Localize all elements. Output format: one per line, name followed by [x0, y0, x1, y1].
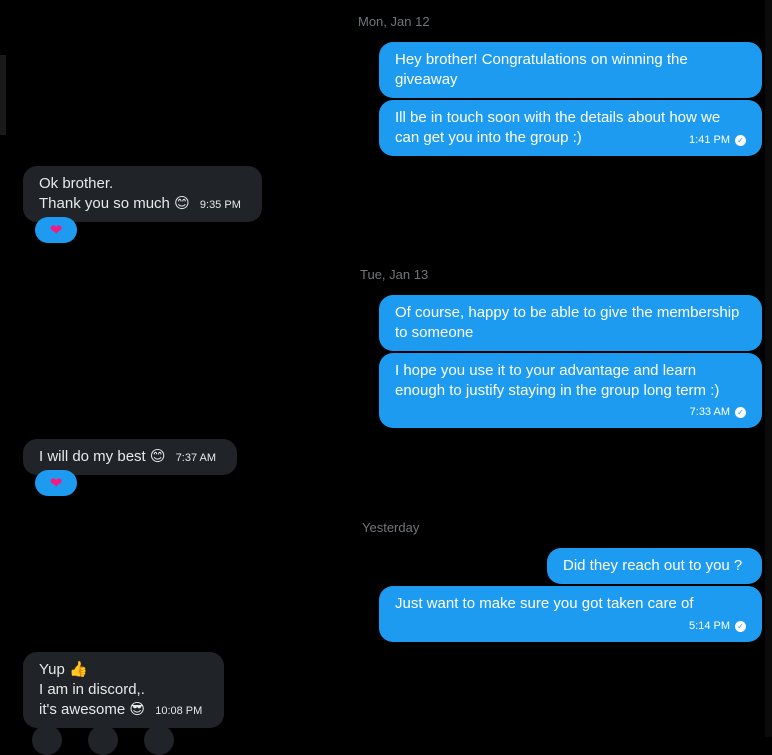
message-text: Of course, happy to be able to give the … — [395, 304, 740, 341]
date-separator: Yesterday — [362, 520, 420, 535]
smile-emoji-icon: 😊 — [149, 448, 166, 465]
thumbs-up-emoji-icon: 👍 — [69, 661, 88, 678]
message-text-line: Ill be in touch soon with the details ab… — [395, 109, 721, 126]
timestamp: 5:14 PM — [689, 620, 730, 632]
date-separator: Mon, Jan 12 — [358, 14, 430, 29]
message-meta: 1:41 PM ✓ — [689, 130, 746, 150]
scrollbar[interactable] — [765, 0, 772, 737]
reaction-emoji: ❤ — [49, 475, 63, 492]
message-text-line: Thank you so much — [39, 195, 170, 212]
timestamp: 10:08 PM — [155, 705, 203, 717]
sent-message[interactable]: Hey brother! Congratulations on winning … — [379, 42, 762, 98]
sent-message[interactable]: I hope you use it to your advantage and … — [379, 353, 762, 428]
message-text: Did they reach out to you ? — [563, 557, 743, 574]
composer-button[interactable] — [144, 725, 174, 755]
message-text-line: Yup — [39, 661, 65, 678]
message-text: Hey brother! Congratulations on winning … — [395, 51, 688, 88]
message-text-line: enough to justify staying in the group l… — [395, 382, 720, 399]
timestamp: 7:37 AM — [175, 452, 217, 464]
sent-message[interactable]: Did they reach out to you ? — [547, 548, 762, 584]
heart-icon[interactable]: ❤ — [35, 470, 77, 496]
timestamp: 9:35 PM — [199, 199, 241, 211]
sent-message[interactable]: Ill be in touch soon with the details ab… — [379, 100, 762, 156]
message-meta: 7:33 AM ✓ — [690, 402, 746, 422]
check-circle-icon: ✓ — [735, 406, 746, 418]
heart-icon[interactable]: ❤ — [35, 217, 77, 243]
sent-message[interactable]: Just want to make sure you got taken car… — [379, 586, 762, 642]
sunglasses-emoji-icon: 😎 — [129, 701, 146, 718]
composer-button[interactable] — [32, 725, 62, 755]
reaction-emoji: ❤ — [49, 222, 63, 239]
message-meta: 5:14 PM ✓ — [689, 616, 746, 636]
message-text-line: I am in discord,. — [39, 681, 145, 698]
date-separator: Tue, Jan 13 — [360, 267, 429, 282]
left-rail-divider — [0, 55, 6, 135]
message-text: Just want to make sure you got taken car… — [395, 595, 694, 612]
timestamp: 1:41 PM — [689, 134, 730, 146]
timestamp: 7:33 AM — [689, 406, 730, 418]
check-circle-icon: ✓ — [735, 620, 746, 632]
received-message[interactable]: Ok brother. Thank you so much 😊 9:35 PM — [23, 166, 262, 222]
sent-message[interactable]: Of course, happy to be able to give the … — [379, 295, 762, 351]
message-text-line: it's awesome — [39, 701, 126, 718]
message-text: I will do my best — [39, 448, 146, 465]
message-text-line: Ok brother. — [39, 175, 114, 192]
check-circle-icon: ✓ — [735, 134, 746, 146]
composer-button[interactable] — [88, 725, 118, 755]
smile-emoji-icon: 😊 — [174, 195, 190, 212]
received-message[interactable]: Yup 👍 I am in discord,. it's awesome 😎 1… — [23, 652, 224, 728]
message-text-line: I hope you use it to your advantage and … — [395, 362, 697, 379]
